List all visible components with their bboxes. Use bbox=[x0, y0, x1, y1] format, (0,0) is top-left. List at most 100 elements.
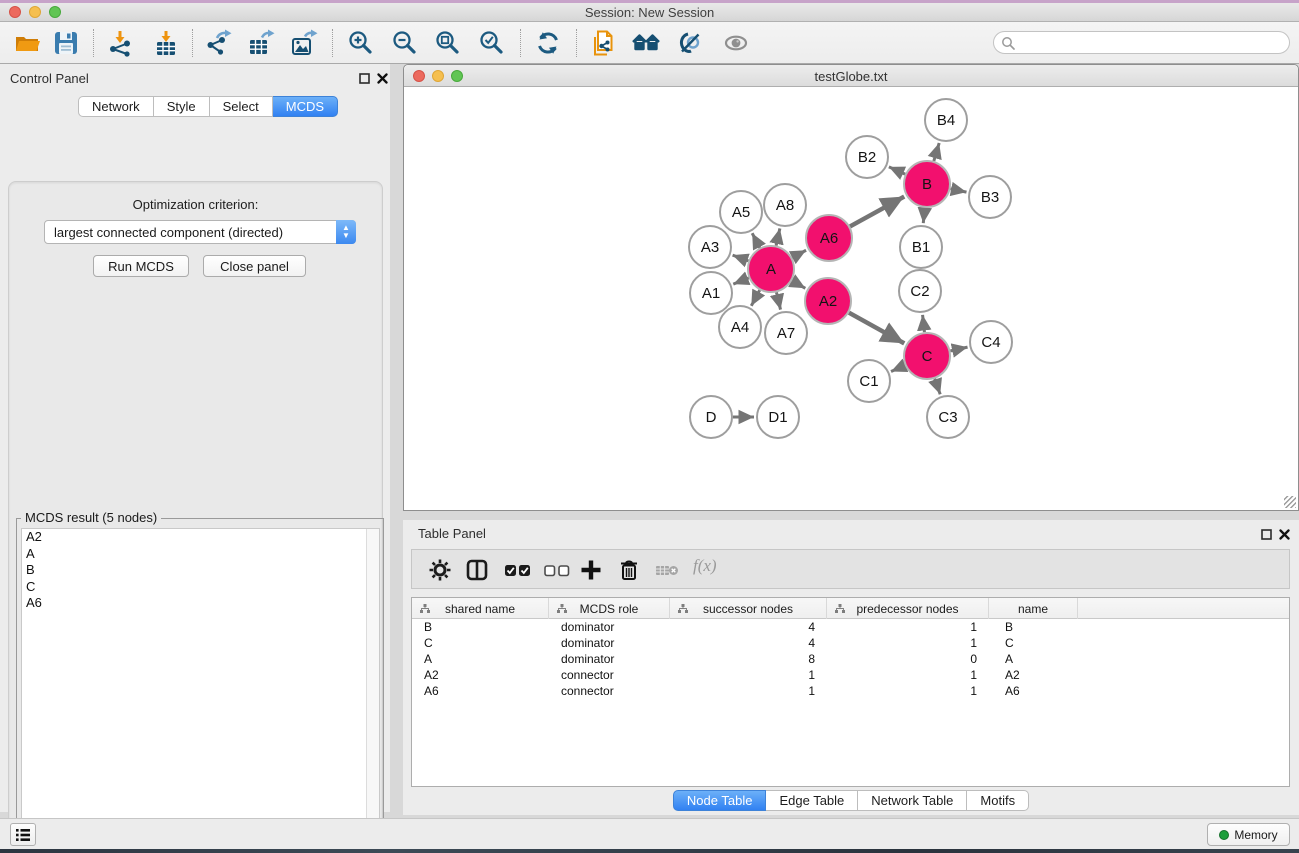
tab-network-table[interactable]: Network Table bbox=[858, 790, 967, 811]
graph-node-A1[interactable]: A1 bbox=[690, 272, 732, 314]
graph-edge-A-A7[interactable] bbox=[776, 292, 780, 309]
close-panel-button[interactable]: Close panel bbox=[203, 255, 306, 277]
open-session-icon[interactable] bbox=[13, 29, 41, 57]
graph-edge-A-A8[interactable] bbox=[776, 228, 780, 245]
graph-node-C4[interactable]: C4 bbox=[970, 321, 1012, 363]
tab-network[interactable]: Network bbox=[78, 96, 154, 117]
graph-node-C1[interactable]: C1 bbox=[848, 360, 890, 402]
node-table[interactable]: shared nameMCDS rolesuccessor nodesprede… bbox=[411, 597, 1290, 787]
save-session-icon[interactable] bbox=[52, 29, 80, 57]
tab-style[interactable]: Style bbox=[154, 96, 210, 117]
graph-node-A2[interactable]: A2 bbox=[805, 278, 851, 324]
zoom-out-icon[interactable] bbox=[391, 29, 419, 57]
graph-edge-A-A2[interactable] bbox=[792, 281, 805, 289]
graph-node-B4[interactable]: B4 bbox=[925, 99, 967, 141]
graph-edge-C-C4[interactable] bbox=[950, 347, 967, 351]
graph-edge-C-C1[interactable] bbox=[891, 365, 905, 371]
graph-edge-C-C2[interactable] bbox=[923, 315, 925, 332]
clone-network-icon[interactable] bbox=[590, 29, 618, 57]
close-panel-icon[interactable] bbox=[1279, 529, 1290, 540]
toggle-graphics-details-icon[interactable] bbox=[676, 29, 704, 57]
home-view-icon[interactable] bbox=[632, 29, 660, 57]
graph-edge-B-B3[interactable] bbox=[951, 189, 967, 192]
table-row[interactable]: A6connector11A6 bbox=[412, 683, 1289, 699]
graph-node-A3[interactable]: A3 bbox=[689, 226, 731, 268]
network-canvas[interactable]: B4 B2 B B3 A8A5 A6 A3 B1 A A1 C2 A2 A4A7 C4 C C1 C3 D D1 bbox=[404, 88, 1298, 510]
graph-node-C2[interactable]: C2 bbox=[899, 270, 941, 312]
table-row[interactable]: A2connector11A2 bbox=[412, 667, 1289, 683]
tab-node-table[interactable]: Node Table bbox=[673, 790, 767, 811]
network-window-titlebar[interactable]: testGlobe.txt bbox=[404, 65, 1298, 87]
column-selector-icon[interactable] bbox=[465, 558, 489, 582]
graph-node-A4[interactable]: A4 bbox=[719, 306, 761, 348]
graph-node-A8[interactable]: A8 bbox=[764, 184, 806, 226]
run-mcds-button[interactable]: Run MCDS bbox=[93, 255, 189, 277]
graph-edge-A-A5[interactable] bbox=[752, 233, 760, 248]
table-row[interactable]: Cdominator41C bbox=[412, 635, 1289, 651]
add-column-icon[interactable] bbox=[579, 558, 603, 582]
function-builder-icon[interactable]: f(x) bbox=[693, 556, 717, 576]
table-row[interactable]: Bdominator41B bbox=[412, 619, 1289, 635]
table-settings-gear-icon[interactable] bbox=[428, 558, 452, 582]
graph-edge-A-A4[interactable] bbox=[751, 290, 759, 306]
graph-node-C3[interactable]: C3 bbox=[927, 396, 969, 438]
resize-grip[interactable] bbox=[1284, 496, 1296, 508]
column-header-name[interactable]: name bbox=[989, 598, 1078, 619]
graph-node-D1[interactable]: D1 bbox=[757, 396, 799, 438]
graph-node-A5[interactable]: A5 bbox=[720, 191, 762, 233]
graph-edge-B-B2[interactable] bbox=[889, 167, 905, 174]
graph-edge-C-C3[interactable] bbox=[935, 379, 940, 395]
select-all-icon[interactable] bbox=[504, 558, 532, 582]
graph-node-D[interactable]: D bbox=[690, 396, 732, 438]
delete-column-icon[interactable] bbox=[617, 558, 641, 582]
graph-node-B2[interactable]: B2 bbox=[846, 136, 888, 178]
graph-edge-B-B1[interactable] bbox=[923, 208, 924, 223]
deselect-all-icon[interactable] bbox=[543, 558, 571, 582]
export-network-icon[interactable] bbox=[204, 29, 232, 57]
result-list-item[interactable]: A6 bbox=[22, 595, 379, 612]
result-list-item[interactable]: C bbox=[22, 579, 379, 596]
column-header-MCDS-role[interactable]: MCDS role bbox=[549, 598, 670, 619]
table-row[interactable]: Adominator80A bbox=[412, 651, 1289, 667]
graph-node-A[interactable]: A bbox=[748, 246, 794, 292]
graph-node-B[interactable]: B bbox=[904, 161, 950, 207]
zoom-in-icon[interactable] bbox=[347, 29, 375, 57]
criterion-select[interactable]: largest connected component (directed) ▲… bbox=[44, 220, 356, 244]
eye-icon[interactable] bbox=[722, 29, 750, 57]
graph-edge-A6-B[interactable] bbox=[850, 197, 904, 227]
tab-select[interactable]: Select bbox=[210, 96, 273, 117]
float-panel-icon[interactable] bbox=[1261, 529, 1272, 540]
graph-edge-A-A1[interactable] bbox=[733, 278, 748, 284]
graph-edge-A-A3[interactable] bbox=[733, 255, 749, 261]
task-history-button[interactable] bbox=[10, 823, 36, 846]
export-table-icon[interactable] bbox=[247, 29, 275, 57]
delete-table-icon[interactable] bbox=[655, 558, 681, 582]
memory-button[interactable]: Memory bbox=[1207, 823, 1290, 846]
graph-edge-A2-C[interactable] bbox=[849, 313, 904, 344]
import-network-icon[interactable] bbox=[106, 29, 134, 57]
graph-node-A7[interactable]: A7 bbox=[765, 312, 807, 354]
export-image-icon[interactable] bbox=[290, 29, 318, 57]
result-list-item[interactable]: A bbox=[22, 546, 379, 563]
result-list-item[interactable]: B bbox=[22, 562, 379, 579]
import-table-icon[interactable] bbox=[152, 29, 180, 57]
column-header-successor-nodes[interactable]: successor nodes bbox=[670, 598, 827, 619]
tab-motifs[interactable]: Motifs bbox=[967, 790, 1029, 811]
graph-node-B1[interactable]: B1 bbox=[900, 226, 942, 268]
search-input[interactable] bbox=[993, 31, 1290, 54]
mcds-result-list[interactable]: A2ABCA6 bbox=[21, 528, 380, 853]
search-text-field[interactable] bbox=[1020, 34, 1280, 51]
float-panel-icon[interactable] bbox=[359, 73, 370, 84]
graph-node-A6[interactable]: A6 bbox=[806, 215, 852, 261]
close-panel-icon[interactable] bbox=[377, 73, 388, 84]
column-header-shared-name[interactable]: shared name bbox=[412, 598, 549, 619]
refresh-layout-icon[interactable] bbox=[534, 29, 562, 57]
graph-edge-A-A6[interactable] bbox=[792, 250, 806, 257]
column-header-predecessor-nodes[interactable]: predecessor nodes bbox=[827, 598, 989, 619]
zoom-fit-icon[interactable] bbox=[434, 29, 462, 57]
tab-mcds[interactable]: MCDS bbox=[273, 96, 338, 117]
result-list-scrollbar[interactable] bbox=[366, 529, 379, 852]
graph-node-B3[interactable]: B3 bbox=[969, 176, 1011, 218]
graph-node-C[interactable]: C bbox=[904, 333, 950, 379]
zoom-selected-icon[interactable] bbox=[478, 29, 506, 57]
